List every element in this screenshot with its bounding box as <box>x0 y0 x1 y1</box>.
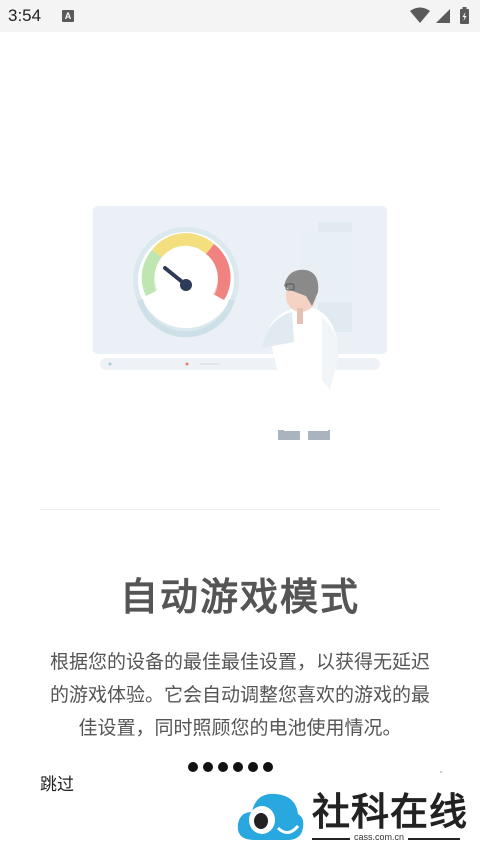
page-dot[interactable] <box>248 762 258 772</box>
watermark-logo-icon <box>237 793 304 840</box>
skip-button[interactable]: 跳过 <box>40 770 74 795</box>
feature-description: 根据您的设备的最佳最佳设置，以获得无延迟 的游戏体验。它会自动调整您喜欢的游戏的… <box>24 646 456 745</box>
page-dot[interactable] <box>218 762 228 772</box>
watermark-site: cass.com.cn <box>350 832 409 842</box>
page-indicator <box>188 762 292 774</box>
page-title: 自动游戏模式 <box>119 575 360 619</box>
divider <box>40 509 440 510</box>
wifi-icon <box>410 7 430 23</box>
status-time: 3:54 <box>8 6 42 25</box>
status-bar: 3:54 A <box>0 0 480 32</box>
next-button[interactable] <box>440 771 442 773</box>
status-icons <box>410 7 469 24</box>
page-dot[interactable] <box>188 762 198 772</box>
speedometer-icon <box>133 227 239 338</box>
notification-icon: A <box>62 10 74 22</box>
signal-icon <box>436 9 450 23</box>
battery-icon <box>460 7 469 24</box>
game-mode-illustration <box>93 206 387 440</box>
description-line: 的游戏体验。它会自动调整您喜欢的游戏的最 <box>49 684 430 706</box>
description-line: 佳设置，同时照顾您的电池使用情况。 <box>78 717 402 739</box>
page-dot[interactable] <box>233 762 243 772</box>
watermark-title: 社科在线 <box>312 790 469 834</box>
page-dot[interactable] <box>263 762 273 772</box>
page-dot[interactable] <box>203 762 213 772</box>
description-line: 根据您的设备的最佳最佳设置，以获得无延迟 <box>49 651 430 673</box>
